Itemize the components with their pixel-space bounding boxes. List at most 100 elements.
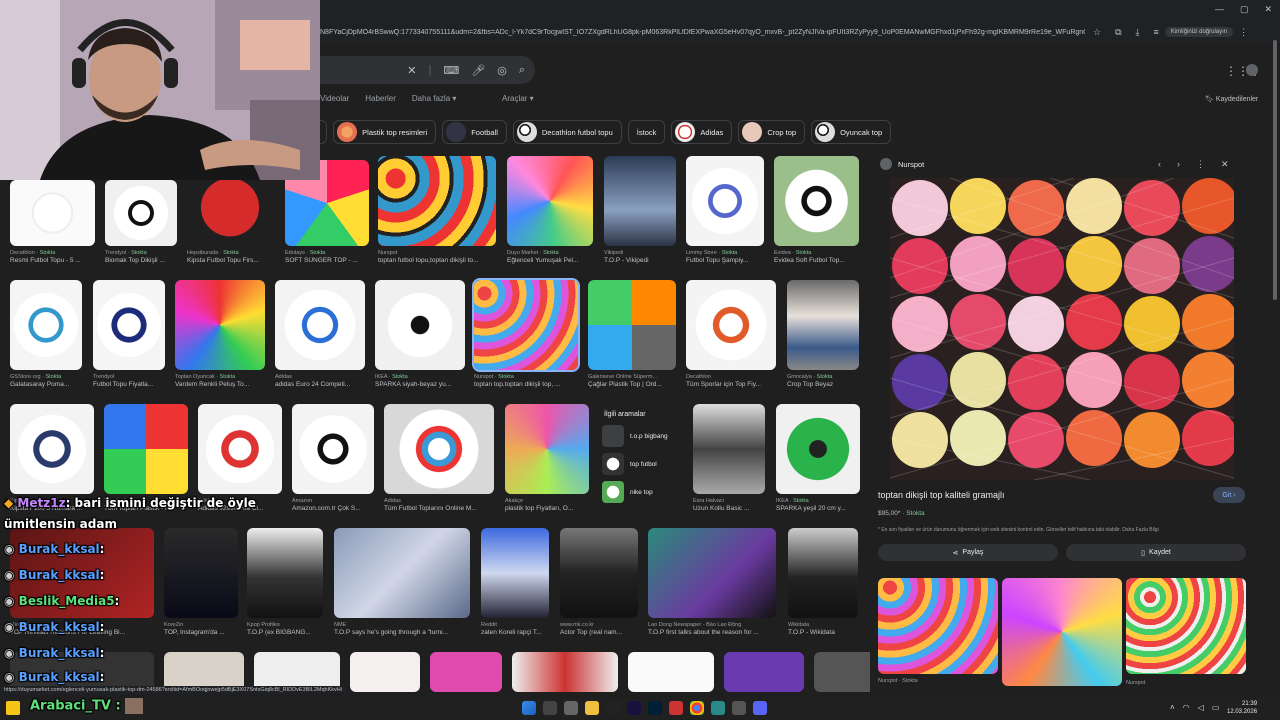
url-field[interactable]: N8FYaCjDpMO4rBSwwQ:1773340755111&udm=2&f… <box>310 29 1085 36</box>
tab-videos[interactable]: Videolar <box>320 94 349 103</box>
chevron-up-icon[interactable]: ˄ <box>1170 703 1175 712</box>
more-result-thumbnail[interactable] <box>878 578 998 674</box>
search-icon[interactable]: ⌕ <box>519 64 525 77</box>
image-result[interactable]: Amazon Amazon.com.tr Çok S... <box>292 404 374 512</box>
profile-button[interactable]: Kimliğinizi doğrulayın <box>1164 27 1234 37</box>
image-result[interactable]: NME T.O.P says he's going through a "tur… <box>334 528 470 636</box>
start-icon[interactable] <box>522 701 536 715</box>
image-result[interactable]: Wikidata T.O.P - Wikidata <box>788 528 858 636</box>
image-result[interactable]: Esra Halvaci Uzun Kollu Basic ... <box>693 404 765 512</box>
image-result[interactable]: Adidas Tüm Futbol Toplarını Online M... <box>384 404 494 512</box>
maximize-icon[interactable]: ▢ <box>1240 4 1249 15</box>
result-thumbnail[interactable] <box>724 652 804 692</box>
image-result[interactable]: Duyu Market · Stokta Eğlenceli Yumuşak P… <box>507 156 593 264</box>
chip-football[interactable]: Football <box>442 120 507 144</box>
search-icon[interactable] <box>543 701 557 715</box>
premiere-icon[interactable] <box>627 701 641 715</box>
image-result[interactable]: Lao Dong Newspaper - Báo Lao Động T.O.P … <box>648 528 776 636</box>
image-result[interactable]: Reddit zaten Koreli rapçi T... <box>481 528 549 636</box>
image-result[interactable]: Decathlon · Stokta Resmi Futbol Topu - 5… <box>10 180 95 264</box>
saved-button[interactable]: 🔖︎ Kaydedilenler <box>1205 95 1258 103</box>
close-window-icon[interactable]: ✕ <box>1264 4 1272 15</box>
image-result[interactable]: Gmncalya · Stokta Crop Top Beyaz <box>787 280 859 388</box>
image-result[interactable]: Adidas adidas Euro 24 Competi... <box>275 280 365 388</box>
volume-icon[interactable]: ◁ <box>1198 703 1204 712</box>
image-result[interactable]: Kpop Profiles T.O.P (ex BIGBANG... <box>247 528 323 636</box>
image-result[interactable]: Trendyol · Stokta Biomak Top Dikişli ... <box>105 180 177 264</box>
chip-istock[interactable]: İstock <box>627 120 666 144</box>
panel-source[interactable]: Nurspot <box>898 160 924 169</box>
app-icon[interactable] <box>669 701 683 715</box>
image-result[interactable]: Decathlon Tüm Sporlar için Top Fiy... <box>686 280 776 388</box>
image-result[interactable]: Trendyol Futbol Topu Fiyatla... <box>93 280 165 388</box>
image-result[interactable]: Evidea · Stokta Evidea Soft Futbol Top..… <box>774 156 859 264</box>
chip-label: Decathlon futbol topu <box>541 127 613 137</box>
image-result[interactable]: IKEA · Stokta SPARKA siyah-beyaz yu... <box>375 280 465 388</box>
minimize-icon[interactable]: — <box>1215 4 1224 15</box>
chip-oyuncak[interactable]: Oyuncak top <box>811 120 892 144</box>
related-item[interactable]: nike top <box>598 478 683 506</box>
address-bar: N8FYaCjDpMO4rBSwwQ:1773340755111&udm=2&f… <box>310 22 1280 42</box>
chip-decathlon[interactable]: Decathlon futbol topu <box>512 120 622 144</box>
streamer-label: Arabaci_TV : <box>30 698 121 714</box>
result-thumbnail[interactable] <box>628 652 714 692</box>
panel-title[interactable]: toptan dikişli top kaliteli gramajlı <box>878 490 1005 500</box>
image-result[interactable]: Nurspot toptan futbol topu,toptan dikişl… <box>378 156 496 264</box>
result-thumbnail[interactable] <box>350 652 420 692</box>
related-item[interactable]: top futbol <box>598 450 683 478</box>
photoshop-icon[interactable] <box>648 701 662 715</box>
visit-button[interactable]: Git › <box>1213 487 1245 503</box>
more-result-thumbnail[interactable] <box>1126 578 1246 674</box>
download-icon[interactable]: ⤓ <box>1136 27 1140 38</box>
image-result[interactable]: GSStore.org · Stokta Galatasaray Poma... <box>10 280 82 388</box>
keyboard-icon[interactable]: ⌨ <box>443 64 459 77</box>
scrollbar-thumb[interactable] <box>1273 40 1277 300</box>
app-icon[interactable] <box>732 701 746 715</box>
chip-adidas[interactable]: Adidas <box>671 120 733 144</box>
save-button[interactable]: ▯ Kaydet <box>1066 544 1246 561</box>
image-result[interactable]: Limmy Store · Stokta Futbol Topu Şampiy.… <box>686 156 764 264</box>
menu-icon[interactable]: ⋮ <box>1239 27 1248 38</box>
app-icon[interactable] <box>606 701 620 715</box>
result-thumbnail[interactable] <box>512 652 618 692</box>
chip-crop-top[interactable]: Crop top <box>738 120 806 144</box>
next-icon[interactable]: › <box>1177 159 1180 170</box>
close-icon[interactable]: ✕ <box>1221 159 1229 170</box>
image-result[interactable]: Toptan Oyuncak · Stokta Vardem Renkli Pe… <box>175 280 265 388</box>
share-button[interactable]: ⋖ Paylaş <box>878 544 1058 561</box>
image-result-selected[interactable]: Nurspot · Stokta toptan top,toptan dikiş… <box>472 278 580 388</box>
extensions-icon[interactable]: ⧉ <box>1115 27 1121 38</box>
task-view-icon[interactable] <box>564 701 578 715</box>
clock[interactable]: 21:39 12.03.2026 <box>1227 700 1257 716</box>
image-result[interactable]: IKEA · Stokta SPARKA yeşil 20 cm y... <box>776 404 860 512</box>
related-item[interactable]: t.o.p bigbang <box>598 422 683 450</box>
chrome-icon[interactable] <box>690 701 704 715</box>
result-thumbnail <box>10 280 82 370</box>
chip-plastik[interactable]: Plastik top resimleri <box>333 120 437 144</box>
media-icon[interactable]: ≡ <box>1154 27 1159 37</box>
star-icon[interactable]: ☆ <box>1093 27 1101 38</box>
file-explorer-icon[interactable] <box>585 701 599 715</box>
battery-icon[interactable]: ▭ <box>1212 703 1220 712</box>
tools-button[interactable]: Araçlar ▾ <box>502 94 534 103</box>
account-avatar[interactable] <box>1246 64 1258 76</box>
discord-icon[interactable] <box>753 701 767 715</box>
tab-more[interactable]: Daha fazla ▾ <box>412 94 456 103</box>
more-result-thumbnail[interactable] <box>1002 578 1122 686</box>
preview-image[interactable] <box>890 178 1234 480</box>
image-result[interactable]: Akakçe plastik top Fiyatları, O... <box>505 404 589 512</box>
search-input[interactable]: ✕ | ⌨ 🎤︎ ◎ ⌕ <box>300 56 535 84</box>
more-options-icon[interactable]: ⋮ <box>1196 159 1205 170</box>
lens-icon[interactable]: ◎ <box>497 64 507 77</box>
mic-icon[interactable]: 🎤︎ <box>471 64 485 77</box>
image-result[interactable]: KoreZin TOP, Instagram'da ... <box>164 528 238 636</box>
tab-news[interactable]: Haberler <box>365 94 396 103</box>
image-result[interactable]: Galeriseve Online Süperm... Çağlar Plast… <box>588 280 676 388</box>
image-result[interactable]: Vikipedi T.O.P - Vikipedi <box>604 156 676 264</box>
result-thumbnail[interactable] <box>430 652 502 692</box>
app-icon[interactable] <box>711 701 725 715</box>
wifi-icon[interactable]: ◠ <box>1183 703 1190 712</box>
clear-search-icon[interactable]: ✕ <box>407 64 416 77</box>
image-result[interactable]: www.mk.co.kr Actor Top (real nam... <box>560 528 638 636</box>
prev-icon[interactable]: ‹ <box>1158 159 1161 170</box>
